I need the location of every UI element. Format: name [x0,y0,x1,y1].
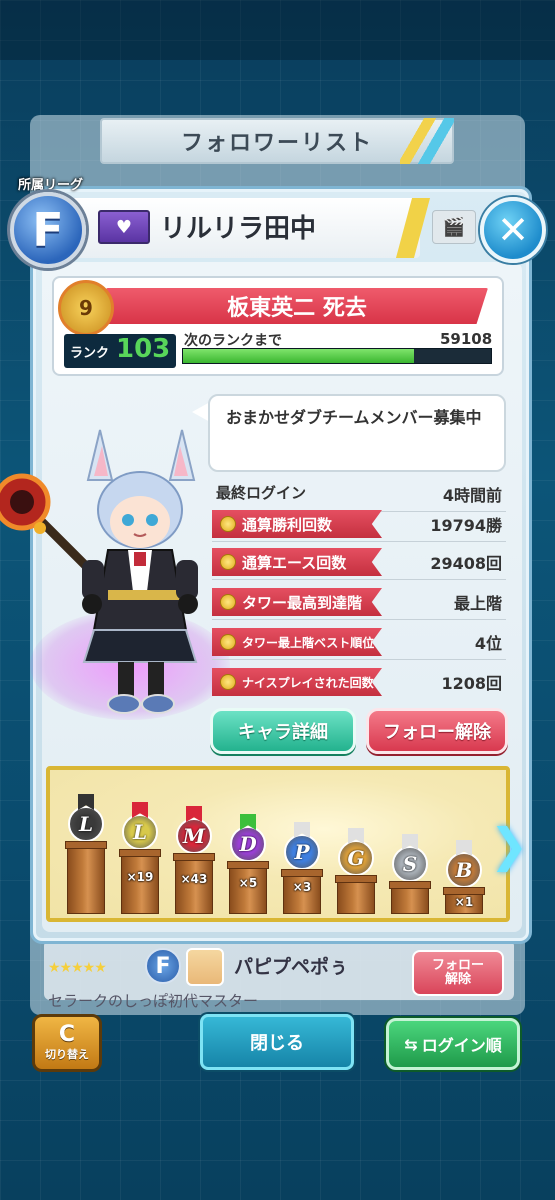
coin-icon [220,516,236,532]
medal-icon: M [176,818,212,854]
stat-label: 最終ログイン [216,484,307,502]
stat-value: 4位 [474,634,502,653]
medal-icon: P [284,834,320,870]
medal-pedestal: ×3 [281,869,323,914]
medal-pedestal: ×1 [443,887,485,914]
rank-value: 103 [116,334,171,364]
stat-divider [212,619,506,620]
medal-icon: D [230,826,266,862]
medal[interactable]: P ×3 [278,822,326,914]
medal-count: ×3 [292,880,312,894]
avatar [186,948,224,986]
stat-label: 通算勝利回数 [212,510,382,538]
stat-value: 19794勝 [430,516,502,535]
stat-row: ナイスプレイされた回数 1208回 [212,666,506,698]
stat-row: 最終ログイン 4時間前 [212,478,506,510]
list-item-name: パピプペポぅ [234,956,349,978]
switch-button[interactable]: C 切り替え [32,1014,102,1072]
coin-icon [220,674,236,690]
next-rank-value: 59108 [440,330,493,348]
close-icon[interactable]: ✕ [480,197,546,263]
medal[interactable]: B ×1 [440,840,488,914]
login-order-button[interactable]: ⇆ ログイン順 [386,1018,520,1070]
medal[interactable]: S [386,834,434,914]
character-detail-button[interactable]: キャラ詳細 [210,708,356,754]
stat-row: タワー最上階ベスト順位 4位 [212,626,506,658]
title-stripe [400,118,454,164]
player-title: 板東英二 死去 [106,288,488,324]
league-badge: F [10,192,86,268]
switch-label: 切り替え [45,1048,89,1061]
stat-label-text: タワー最高到達階 [242,593,363,612]
character-avatar [0,429,198,714]
refresh-icon: C [58,1022,76,1047]
medal[interactable]: D ×5 [224,814,272,914]
medal-pedestal [389,881,431,914]
medal[interactable]: L ×19 [116,802,164,914]
stat-label: ナイスプレイされた回数 [212,668,382,696]
coin-icon [220,594,236,610]
player-name: リルリラ田中 [160,214,317,244]
exp-bar [182,348,492,364]
top-bar [0,0,555,60]
rating-stars: ★★★★★ [48,960,107,976]
comment-bubble: おまかせダブチームメンバー募集中 [208,394,506,472]
stat-label-text: タワー最上階ベスト順位 [242,635,375,650]
medal-count: ×43 [180,872,208,886]
stat-value: 最上階 [453,594,502,613]
medal-icon: L [122,814,158,850]
stat-label-text: ナイスプレイされた回数 [242,675,374,690]
stat-value: 1208回 [441,674,502,693]
medal-pedestal [335,875,377,914]
league-label: 所属リーグ [18,178,84,193]
medal-pedestal: ×19 [119,849,161,914]
medal-count: ×1 [454,895,474,909]
medal-icon: B [446,852,482,888]
coin-icon [220,554,236,570]
stat-label: タワー最上階ベスト順位 [212,628,382,656]
heart-icon: ♥ [98,210,150,244]
stat-value: 4時間前 [442,486,502,505]
sort-icon: ⇆ [404,1034,418,1054]
stat-label: タワー最高到達階 [212,588,382,616]
stat-label: 通算エース回数 [212,548,382,576]
medal-icon: G [338,840,374,876]
medal[interactable]: L [62,794,110,914]
stat-row: タワー最高到達階 最上階 [212,586,506,618]
list-unfollow-button[interactable]: フォロー 解除 [412,950,504,996]
stat-label-text: 通算エース回数 [242,553,347,572]
stat-row: 通算エース回数 29408回 [212,546,506,578]
medal-pedestal [65,841,107,914]
medal-pedestal: ×5 [227,861,269,914]
login-order-label: ログイン順 [421,1036,502,1055]
stat-divider [212,659,506,660]
medal-count: ×5 [238,876,258,890]
list-item-title: セラークのしっぽ初代マスター [48,992,259,1010]
stat-label-text: 通算勝利回数 [242,515,333,534]
stat-divider [212,579,506,580]
video-icon[interactable]: 🎬 [432,210,476,244]
title-emblem-icon: 9 [58,280,114,336]
league-icon: F [145,948,181,984]
medal-pedestal: ×43 [173,853,215,914]
medal[interactable]: G [332,828,380,914]
next-rank-label: 次のランクまで [184,333,282,349]
close-button[interactable]: 閉じる [200,1014,354,1070]
chevron-right-icon[interactable]: ❯ [486,818,532,872]
medal-count: ×19 [126,870,154,884]
coin-icon [220,634,236,650]
stat-divider [212,541,506,542]
stat-value: 29408回 [430,554,502,573]
stat-row: 通算勝利回数 19794勝 [212,508,506,540]
exp-bar-fill [183,349,414,363]
medal[interactable]: M ×43 [170,806,218,914]
medal-icon: L [68,806,104,842]
unfollow-button[interactable]: フォロー解除 [366,708,508,754]
rank-label: ランク [70,346,110,361]
medal-icon: S [392,846,428,882]
